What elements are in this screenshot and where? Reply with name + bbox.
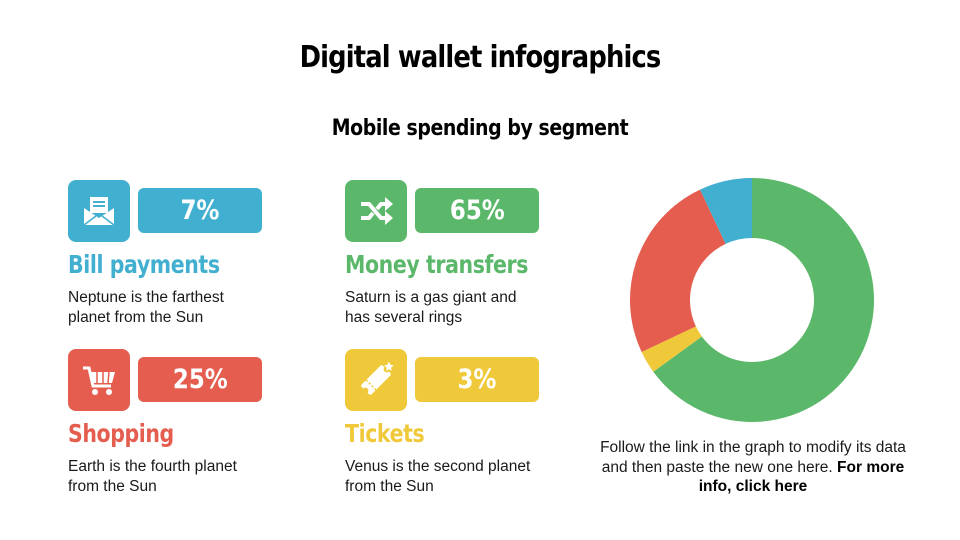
envelope-icon — [68, 180, 130, 242]
shopping-cart-icon — [68, 349, 130, 411]
segment-name: Bill payments — [68, 250, 220, 279]
segment-description: Venus is the second planet from the Sun — [345, 458, 531, 495]
chart-note: Follow the link in the graph to modify i… — [600, 438, 906, 497]
shuffle-arrows-icon — [345, 180, 407, 242]
ticket-icon — [345, 349, 407, 411]
page-title: Digital wallet infographics — [299, 40, 662, 75]
segment-description: Neptune is the farthest planet from the … — [68, 289, 224, 326]
segment-name: Shopping — [68, 419, 174, 448]
percent-badge: 65% — [415, 188, 539, 233]
segment-name: Money transfers — [345, 250, 529, 279]
donut-chart[interactable] — [620, 168, 884, 432]
donut-slice-shopping[interactable] — [630, 189, 726, 352]
segment-description: Earth is the fourth planet from the Sun — [68, 458, 237, 495]
percent-badge: 25% — [138, 357, 262, 402]
percent-badge: 3% — [415, 357, 539, 402]
percent-badge: 7% — [138, 188, 262, 233]
segment-name: Tickets — [345, 419, 425, 448]
chart-subtitle: Mobile spending by segment — [331, 116, 629, 141]
segment-description: Saturn is a gas giant and has several ri… — [345, 289, 517, 326]
